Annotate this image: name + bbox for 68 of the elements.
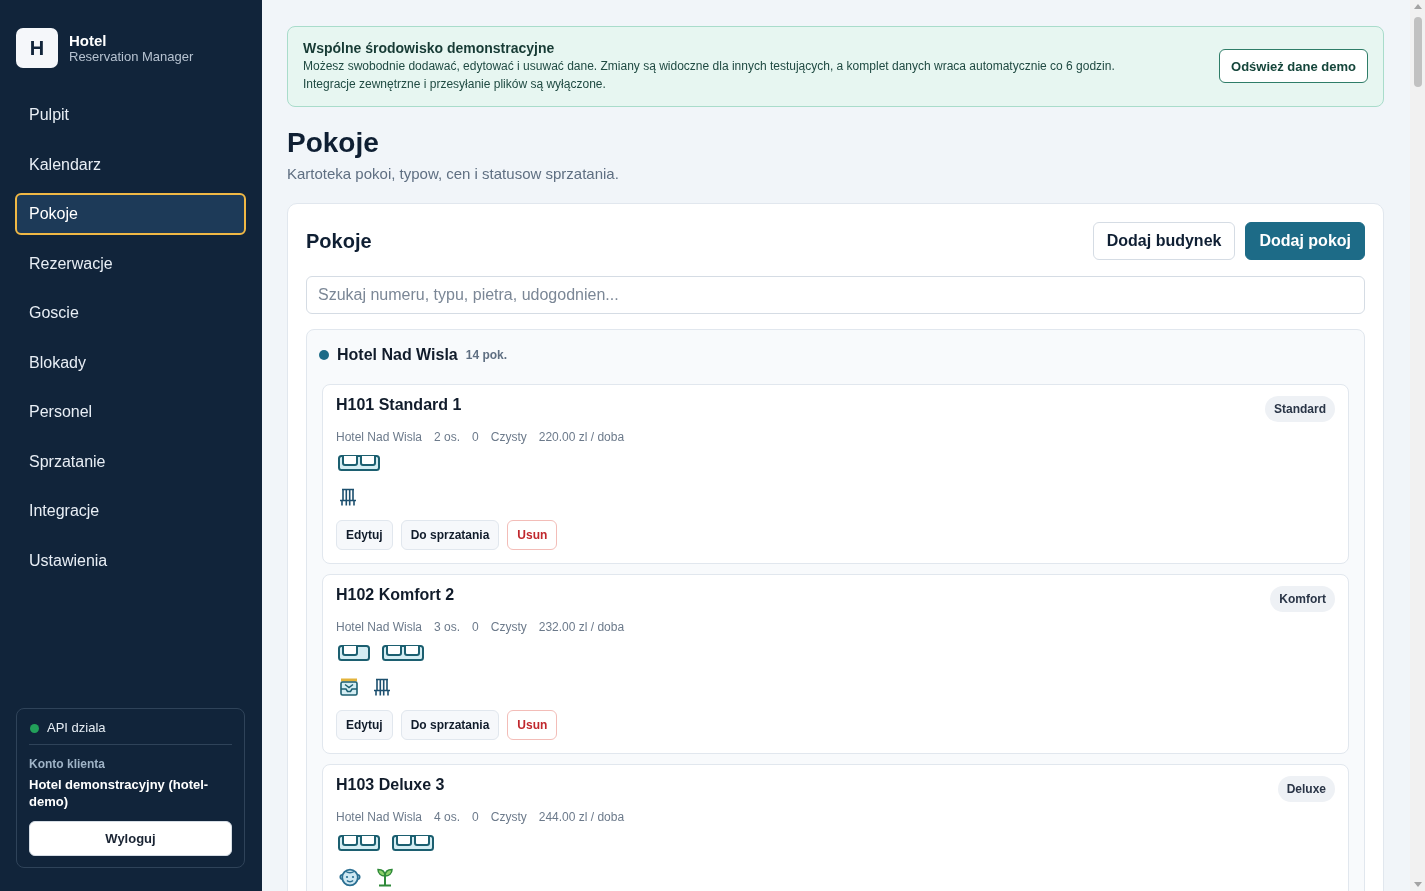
room-title: H103 Deluxe 3 — [336, 776, 445, 794]
room-type-badge: Standard — [1265, 396, 1335, 422]
room-count: 14 pok. — [465, 348, 508, 362]
building-name: Hotel Nad Wisla — [337, 346, 458, 364]
room-detail-text: 3 os. — [434, 620, 461, 635]
nav-item[interactable]: Blokady — [15, 341, 246, 384]
api-status-text: API dziala — [47, 720, 106, 736]
scrollbar-thumb[interactable] — [1413, 17, 1422, 87]
action-button[interactable]: Edytuj — [336, 520, 393, 550]
action-button[interactable]: Do sprzatania — [400, 710, 500, 740]
nav-item[interactable]: Rezerwacje — [15, 242, 246, 285]
room-detail-text: Czysty — [490, 620, 527, 635]
room-detail-text: Czysty — [490, 810, 527, 825]
banner-text: Możesz swobodnie dodawać, edytować i usuwać dane. Zmiany są widoczne dla innych testujących, a komplet danych wraca automatycznie co 6 godzin. Integracje zewnętrzne i przesyłanie plików są wyłączone. — [303, 58, 1116, 93]
nav-item[interactable]: Sprzatanie — [15, 440, 246, 483]
account-heading: Konto klienta — [29, 756, 106, 772]
room-detail-text: 0 — [472, 620, 479, 635]
nav-item[interactable]: Ustawienia — [15, 539, 246, 582]
double-bed-icon — [338, 835, 380, 851]
nav-item[interactable]: Goscie — [15, 292, 246, 334]
nav-item[interactable]: Pulpit — [15, 94, 246, 136]
room-title: H101 Standard 1 — [336, 396, 462, 414]
room-type-badge: Deluxe — [1277, 776, 1335, 802]
seedling-icon — [375, 867, 395, 887]
room-detail-text: Czysty — [490, 430, 527, 445]
nav-item[interactable]: Personel — [15, 391, 246, 433]
search-field[interactable]: Szukaj numeru, typu, pietra, udogodnien... — [306, 276, 1365, 314]
room-detail-text: 232.00 zl / doba — [538, 620, 625, 635]
inbox-tray-icon — [339, 678, 359, 696]
logout-button[interactable]: Wyloguj — [29, 821, 232, 856]
double-bed-icon — [382, 645, 424, 661]
page-subtitle: Kartoteka pokoi, typow, cen i statusow sprzatania. — [287, 165, 620, 183]
double-bed-icon — [338, 455, 380, 471]
add-building-button[interactable]: Dodaj budynek — [1092, 222, 1236, 260]
room-detail-text: 2 os. — [434, 430, 461, 445]
nav-item[interactable]: Pokoje — [15, 193, 246, 235]
nav-item[interactable]: Integracje — [15, 490, 246, 532]
room-detail-text: 244.00 zl / doba — [538, 810, 625, 825]
scroll-up-icon[interactable] — [1413, 4, 1422, 9]
add-room-button[interactable]: Dodaj pokoj — [1245, 222, 1365, 260]
app-logo: H — [16, 28, 58, 68]
delete-button[interactable]: Usun — [507, 520, 558, 550]
radiator-icon — [373, 678, 391, 696]
single-bed-icon — [338, 645, 370, 661]
app-subtitle: Reservation Manager — [69, 48, 194, 65]
action-button[interactable]: Edytuj — [336, 710, 393, 740]
room-detail-text: 0 — [472, 810, 479, 825]
app-title: Hotel — [69, 31, 108, 49]
action-button[interactable]: Do sprzatania — [400, 520, 500, 550]
banner-title: Wspólne środowisko demonstracyjne — [303, 39, 556, 57]
room-type-badge: Komfort — [1270, 586, 1335, 612]
room-detail-text: Hotel Nad Wisla — [336, 620, 423, 635]
refresh-demo-button[interactable]: Odśwież dane demo — [1219, 49, 1368, 83]
double-bed-icon — [392, 835, 434, 851]
account-name: Hotel demonstracyjny (hotel-demo) — [29, 776, 210, 810]
nav-item[interactable]: Kalendarz — [15, 143, 246, 186]
room-detail-text: 220.00 zl / doba — [538, 430, 625, 445]
scroll-down-icon[interactable] — [1413, 882, 1422, 887]
room-detail-text: 4 os. — [434, 810, 461, 825]
room-detail-text: 0 — [472, 430, 479, 445]
page-title: Pokoje — [287, 126, 380, 160]
radiator-icon — [339, 488, 357, 506]
panel-title: Pokoje — [306, 229, 372, 253]
room-detail-text: Hotel Nad Wisla — [336, 430, 423, 445]
room-title: H102 Komfort 2 — [336, 586, 455, 604]
face-icon — [339, 867, 361, 887]
room-detail-text: Hotel Nad Wisla — [336, 810, 423, 825]
delete-button[interactable]: Usun — [507, 710, 558, 740]
